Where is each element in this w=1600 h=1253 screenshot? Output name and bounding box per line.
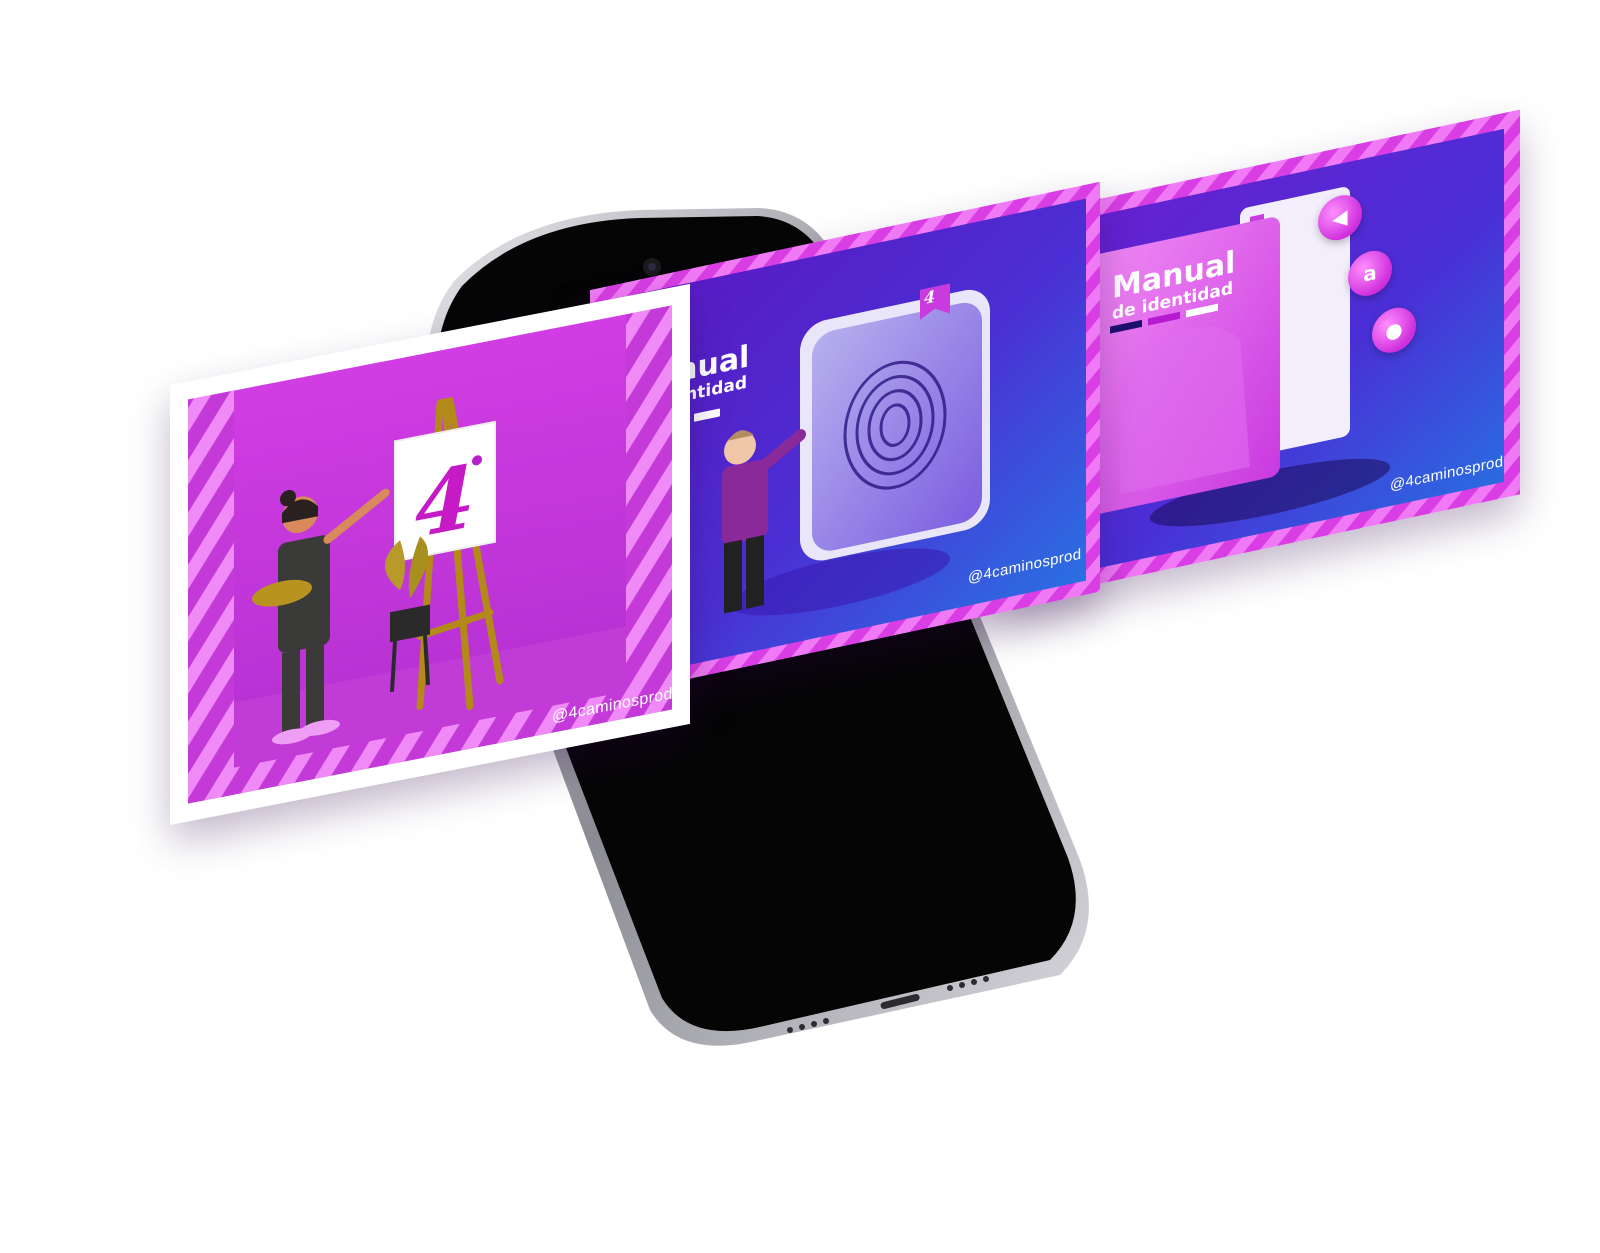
easel-logo: 4 <box>415 445 475 559</box>
badge-logo: 4 <box>924 286 936 309</box>
mockup-scene: 4 Manual de identidad ◀ a ● @4caminospro… <box>0 0 1600 1253</box>
